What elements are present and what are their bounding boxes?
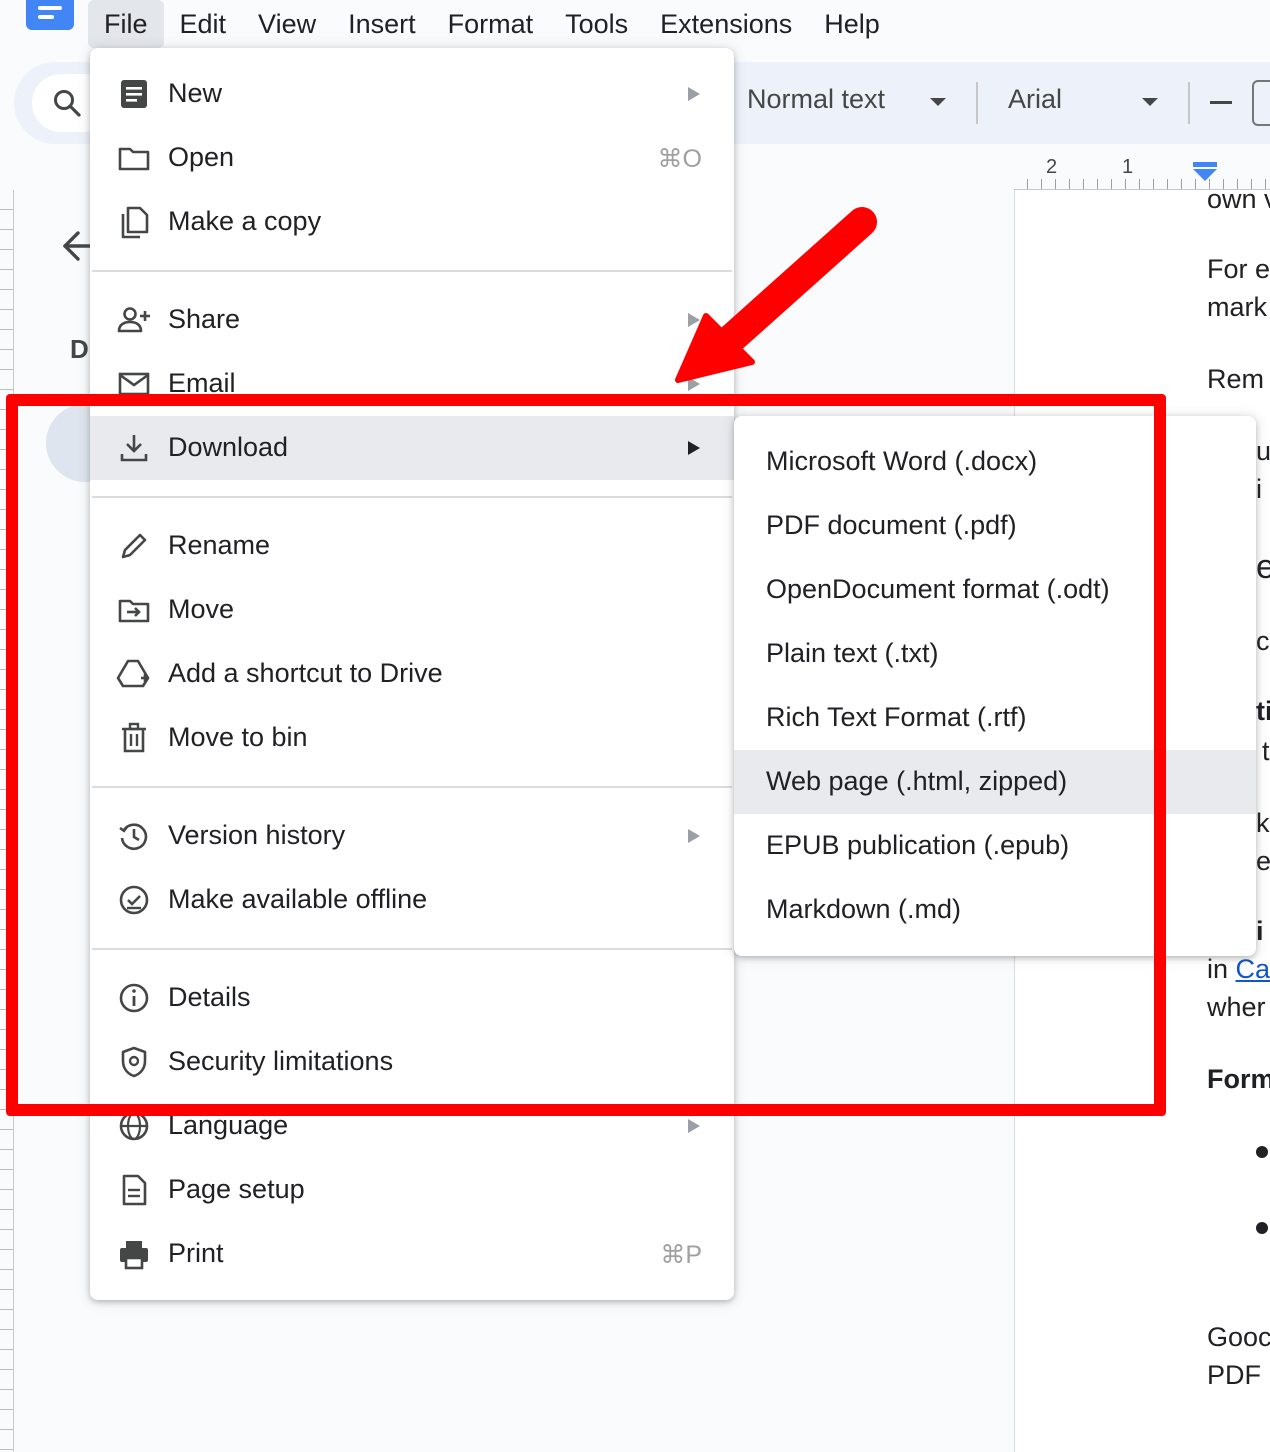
doc-text-fragment: u [1256,436,1270,466]
menu-item-share[interactable]: Share [90,288,734,352]
new-document-icon [121,80,147,108]
decrease-font-size-icon[interactable] [1210,101,1232,104]
chevron-down-icon[interactable] [930,98,946,106]
menu-item-new[interactable]: New [90,62,734,126]
doc-text-line: own v [1207,184,1270,214]
doc-text-fragment: k [1256,808,1270,838]
docs-logo[interactable] [26,0,74,30]
ruler-label: 1 [1122,156,1134,178]
chevron-down-icon[interactable] [1142,98,1158,106]
menu-edit[interactable]: Edit [164,0,243,48]
keyboard-shortcut: ⌘O [657,145,702,173]
keyboard-shortcut: ⌘P [660,1241,702,1269]
outline-heading-letter: D [70,334,89,364]
doc-text-fragment: e [1256,846,1270,876]
bullet-point [1256,1146,1268,1158]
toolbar-divider [976,82,978,124]
menu-item-print[interactable]: Print ⌘P [90,1222,734,1286]
indent-marker-icon[interactable] [1192,162,1218,182]
menu-extensions[interactable]: Extensions [644,0,808,48]
doc-text-fragment: i [1256,474,1262,504]
doc-text-line: Rem [1207,364,1265,394]
menu-item-label: Page setup [168,1174,305,1204]
doc-text-line: wher [1207,992,1266,1022]
submenu-arrow-icon [688,1119,700,1133]
menu-view[interactable]: View [242,0,332,48]
menu-tools[interactable]: Tools [549,0,644,48]
doc-text: in [1207,954,1236,984]
menu-item-label: Share [168,304,241,334]
menu-divider [92,270,732,272]
doc-text-fragment: e [1256,548,1270,586]
menu-item-label: New [168,78,223,108]
doc-text-fragment: ti [1256,696,1270,726]
menubar: File Edit View Insert Format Tools Exten… [88,0,896,48]
menu-item-label: Print [168,1238,224,1268]
doc-text-line: For e [1207,254,1270,284]
toolbar-divider [1188,82,1190,124]
doc-text-line: in Ca [1207,954,1270,985]
page-setup-icon [122,1174,147,1206]
menu-item-label: Open [168,142,235,172]
menu-item-page-setup[interactable]: Page setup [90,1158,734,1222]
doc-text-fragment: i [1256,916,1264,946]
menu-item-open[interactable]: Open ⌘O [90,126,734,190]
submenu-arrow-icon [688,377,700,391]
folder-icon [118,147,150,171]
annotation-highlight-box [6,394,1166,1116]
font-size-input[interactable] [1252,80,1270,126]
submenu-arrow-icon [688,87,700,101]
doc-text-line: PDF [1207,1360,1261,1390]
font-family-select[interactable]: Arial [1008,84,1062,115]
menu-item-make-a-copy[interactable]: Make a copy [90,190,734,254]
doc-text-line: mark [1207,292,1267,322]
menu-insert[interactable]: Insert [332,0,432,48]
doc-text-line: Gooc [1207,1322,1270,1352]
doc-heading: Form [1207,1064,1270,1094]
search-icon [54,90,81,117]
submenu-arrow-icon [688,313,700,327]
doc-text-fragment: t [1262,736,1270,766]
doc-link[interactable]: Ca [1236,954,1270,984]
bullet-point [1256,1222,1268,1234]
copy-icon [121,206,149,239]
menu-format[interactable]: Format [432,0,550,48]
ruler-label: 2 [1046,156,1058,178]
share-person-icon [117,307,150,333]
doc-text-fragment: c [1256,626,1270,656]
paragraph-style-select[interactable]: Normal text [747,84,885,115]
menu-item-label: Make a copy [168,206,322,236]
menu-help[interactable]: Help [808,0,896,48]
printer-icon [120,1241,148,1270]
menu-file[interactable]: File [88,0,164,48]
